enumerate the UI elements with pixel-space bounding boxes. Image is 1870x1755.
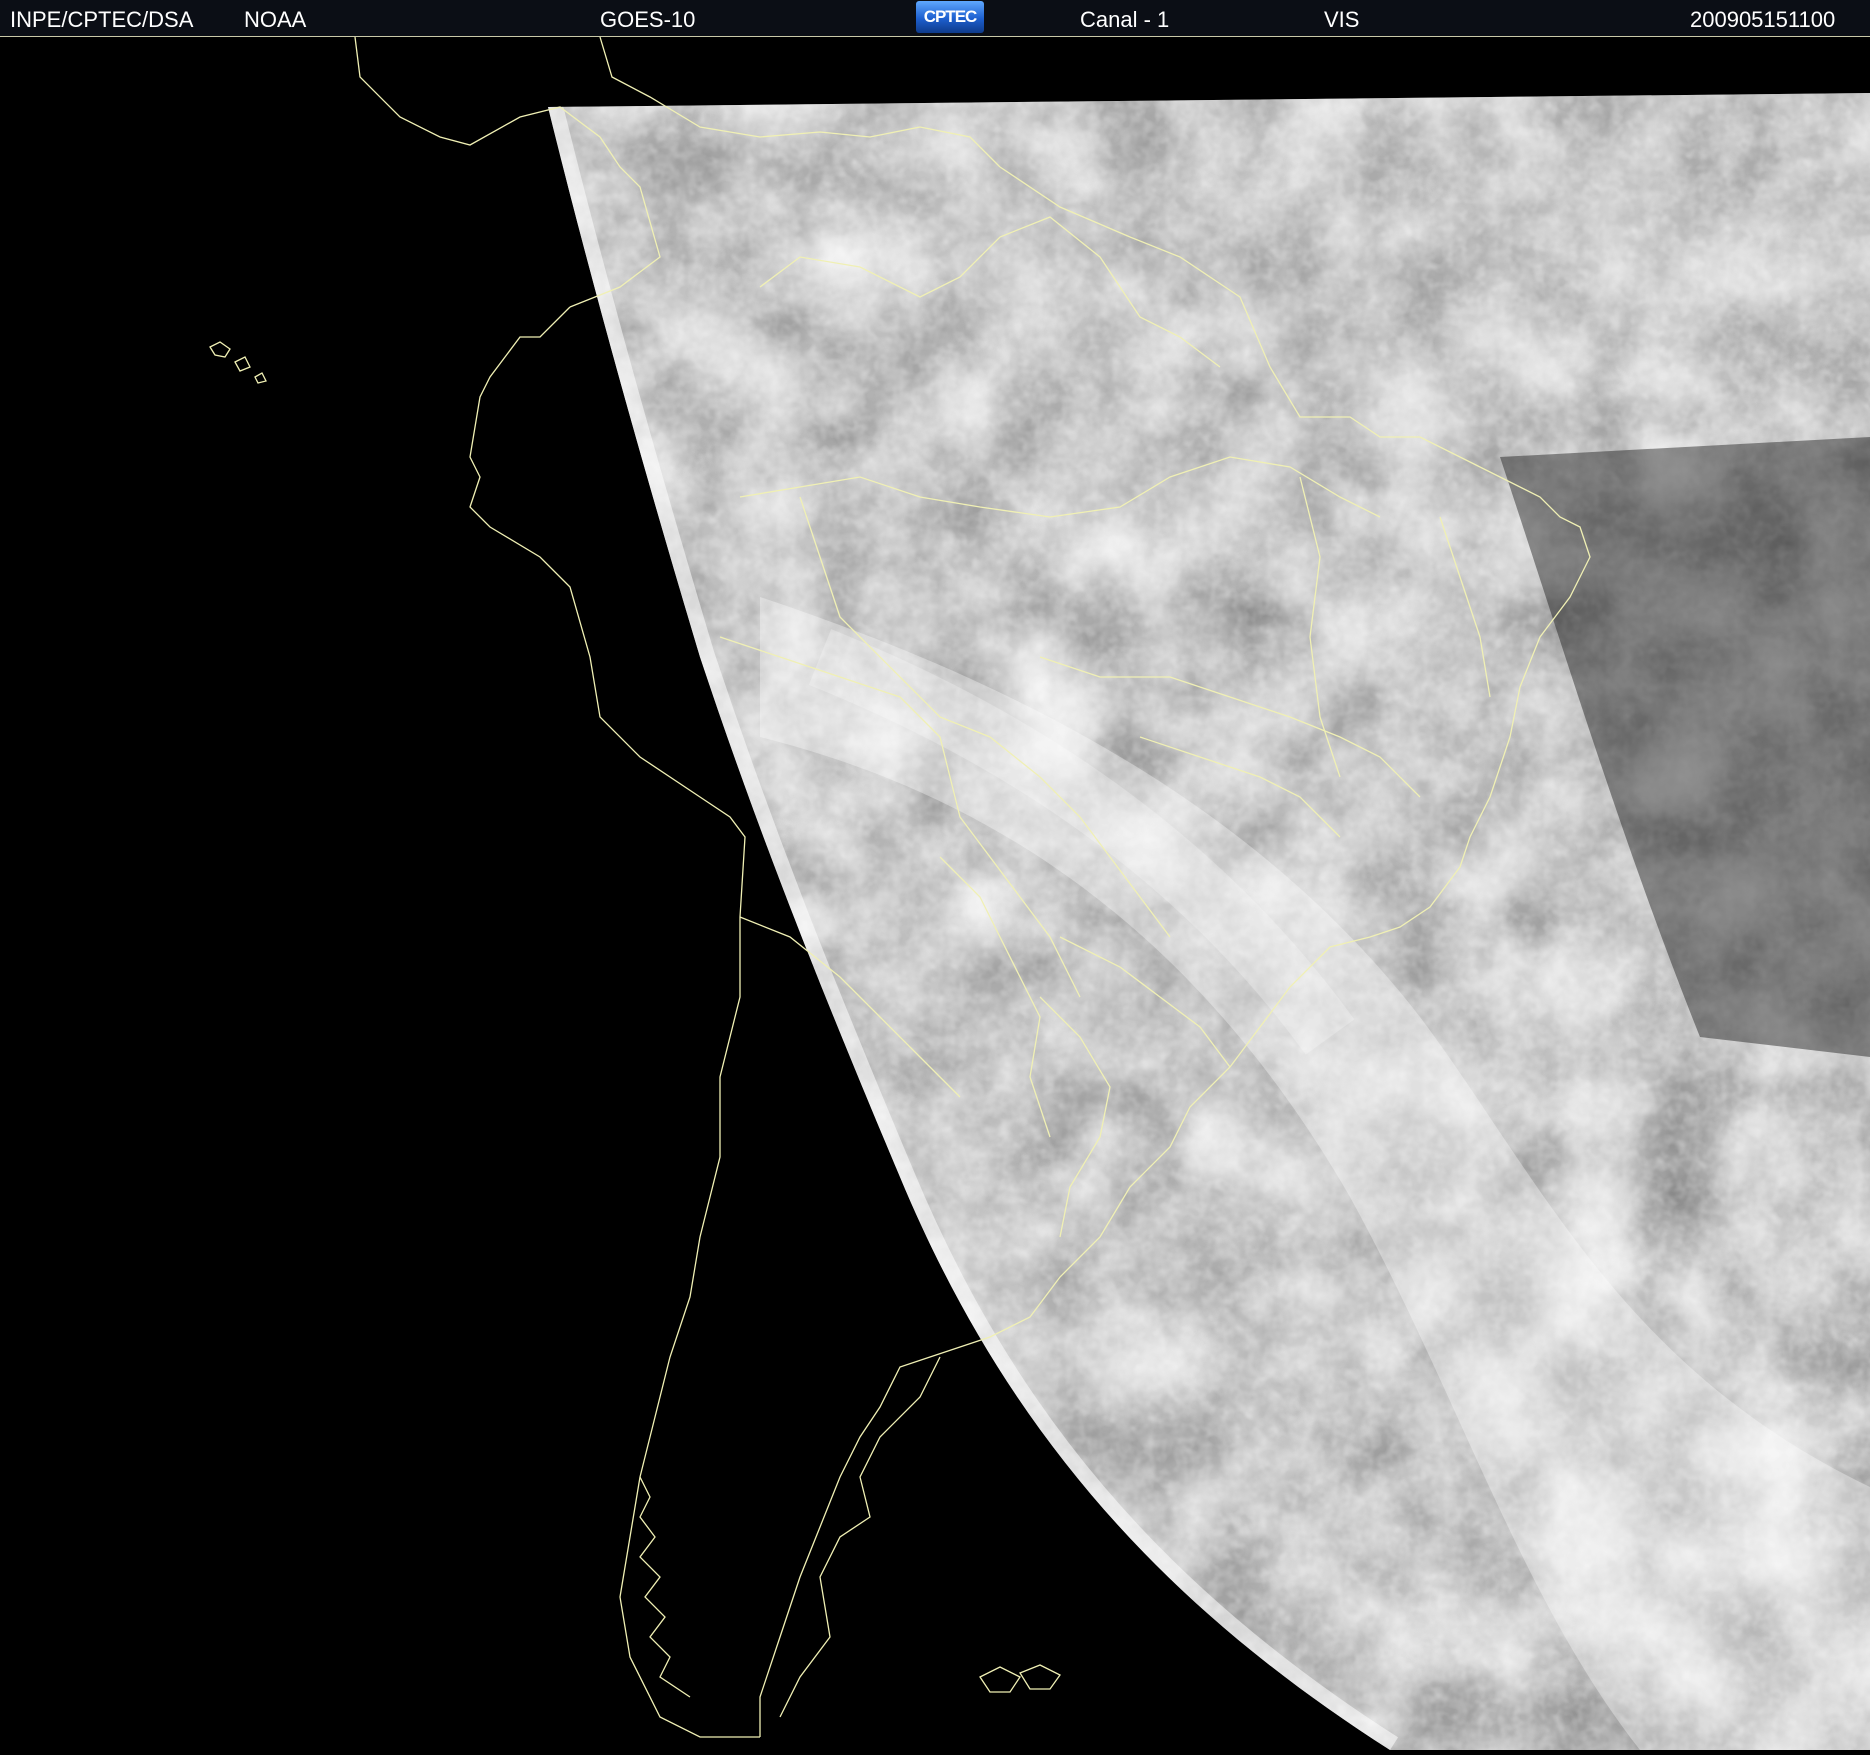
galapagos-islands (209, 341, 267, 384)
channel-label: Canal - 1 (1080, 7, 1170, 32)
agency-label: INPE/CPTEC/DSA (10, 7, 194, 32)
image-header: INPE/CPTEC/DSA NOAA GOES-10 CPTEC Canal … (0, 0, 1870, 37)
cptec-logo: CPTEC (916, 1, 984, 33)
satellite-label: GOES-10 (600, 7, 696, 32)
operator-label: NOAA (244, 7, 307, 32)
timestamp-label: 200905151100 (1690, 7, 1836, 32)
patagonia-east (779, 1356, 941, 1718)
band-label: VIS (1324, 7, 1360, 32)
chile-fjords (639, 1476, 691, 1698)
satellite-map-svg (209, 36, 1870, 1750)
earth-disk (548, 93, 1870, 1750)
satellite-image (0, 36, 1870, 1750)
falkland-islands (979, 1664, 1061, 1693)
